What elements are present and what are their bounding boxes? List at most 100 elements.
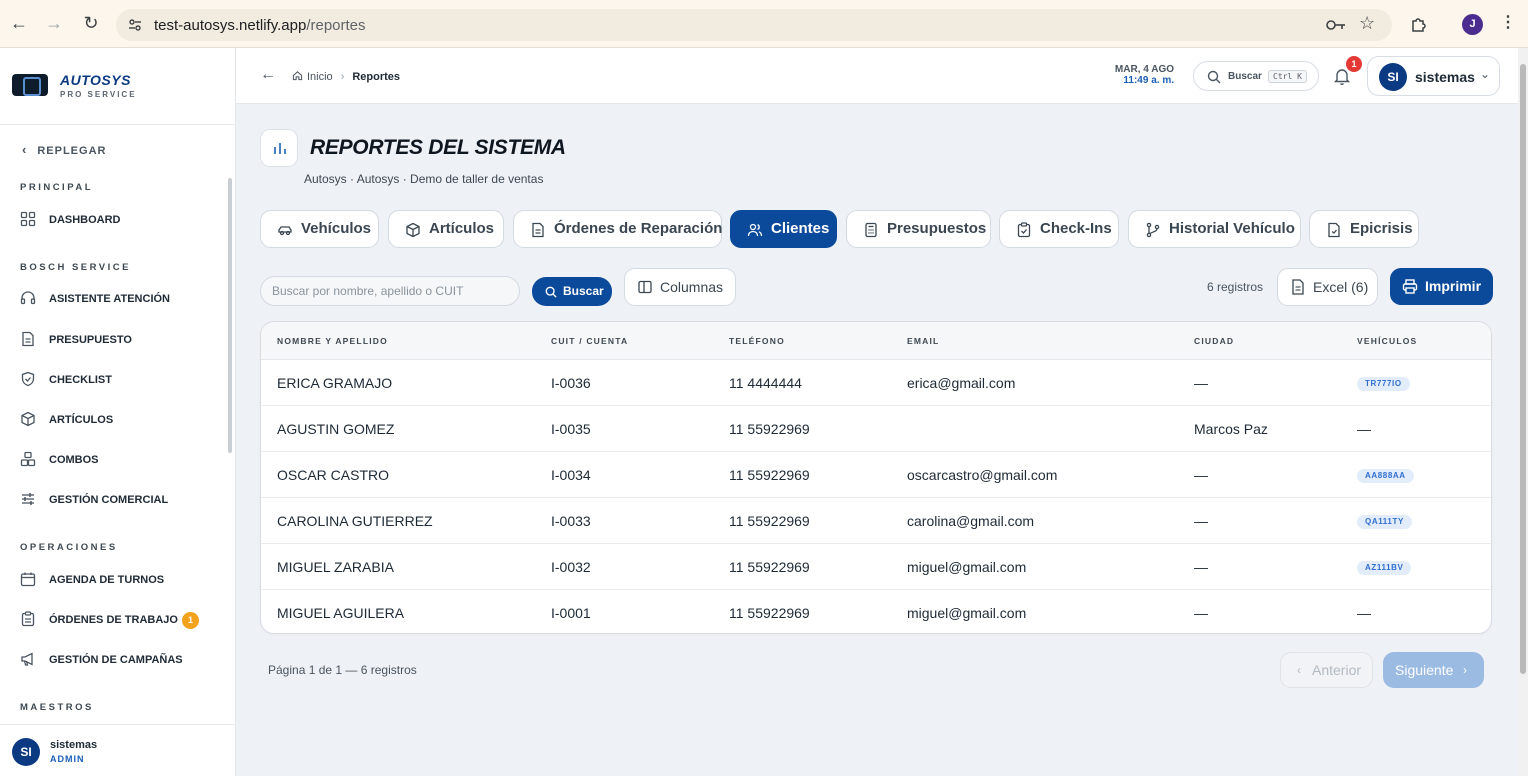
sidebar-item-combos[interactable]: COMBOS <box>20 449 210 471</box>
column-header-vehicles[interactable]: VEHÍCULOS <box>1357 336 1417 346</box>
column-header-name[interactable]: NOMBRE Y APELLIDO <box>277 336 388 346</box>
back-arrow-icon[interactable]: ← <box>260 66 276 84</box>
table-row[interactable]: AGUSTIN GOMEZ I-0035 11 55922969 Marcos … <box>261 406 1491 452</box>
boxes-icon <box>20 451 36 467</box>
megaphone-icon <box>21 652 33 666</box>
search-icon <box>1207 70 1221 84</box>
site-settings-icon[interactable] <box>128 18 142 32</box>
address-bar[interactable]: test-autosys.netlify.app/reportes ☆ <box>116 9 1392 41</box>
extensions-icon[interactable] <box>1410 15 1428 33</box>
vehicle-plate-badge[interactable]: TR777IO <box>1357 377 1410 391</box>
table-row[interactable]: ERICA GRAMAJO I-0036 11 4444444 erica@gm… <box>261 360 1491 406</box>
user-menu[interactable]: SI sistemas ⌄ <box>1367 56 1500 96</box>
excel-export-button[interactable]: Excel (6) <box>1277 268 1378 306</box>
tab-articulos[interactable]: Artículos <box>388 210 504 248</box>
bookmark-star-icon[interactable]: ☆ <box>1359 13 1375 34</box>
url-path: /reportes <box>306 17 366 34</box>
cell-city: — <box>1194 559 1208 575</box>
collapse-sidebar-button[interactable]: ‹ REPLEGAR <box>22 142 106 157</box>
git-branch-icon <box>1146 222 1160 238</box>
tab-label: Clientes <box>771 220 830 237</box>
tab-check-ins[interactable]: Check-Ins <box>999 210 1119 248</box>
cell-phone: 11 55922969 <box>729 467 810 483</box>
cell-phone: 11 55922969 <box>729 421 810 437</box>
user-name: sistemas <box>1415 69 1475 85</box>
sidebar-item-ordenes[interactable]: ÓRDENES DE TRABAJO 1 <box>20 609 210 631</box>
sidebar-item-label: ARTÍCULOS <box>49 414 114 426</box>
client-search-input[interactable] <box>260 276 520 306</box>
column-header-city[interactable]: CIUDAD <box>1194 336 1234 346</box>
tab-historial-vehiculo[interactable]: Historial Vehículo <box>1128 210 1301 248</box>
cell-phone: 11 55922969 <box>729 605 810 621</box>
search-icon <box>545 286 557 298</box>
reload-icon[interactable]: ↻ <box>80 12 102 34</box>
section-bosch: BOSCH SERVICE <box>20 262 131 273</box>
search-label: Buscar <box>1228 71 1262 82</box>
sidebar-item-campanas[interactable]: GESTIÓN DE CAMPAÑAS <box>20 649 210 671</box>
search-button[interactable]: Buscar <box>532 277 612 306</box>
section-principal: PRINCIPAL <box>20 182 93 193</box>
sidebar-item-dashboard[interactable]: DASHBOARD <box>20 209 210 231</box>
vehicle-plate-badge[interactable]: AA888AA <box>1357 469 1414 483</box>
brand[interactable]: AUTOSYS PRO SERVICE <box>12 72 222 100</box>
tab-ordenes-reparacion[interactable]: Órdenes de Reparación <box>513 210 722 248</box>
table-row[interactable]: MIGUEL AGUILERA I-0001 11 55922969 migue… <box>261 590 1491 633</box>
box-icon <box>406 222 420 238</box>
previous-page-button[interactable]: ‹ Anterior <box>1280 652 1373 688</box>
cell-phone: 11 4444444 <box>729 375 802 391</box>
column-header-phone[interactable]: TELÉFONO <box>729 336 785 346</box>
table-row[interactable]: MIGUEL ZARABIA I-0032 11 55922969 miguel… <box>261 544 1491 590</box>
sidebar-user[interactable]: SI sistemas ADMIN <box>0 724 235 776</box>
next-page-button[interactable]: Siguiente › <box>1383 652 1484 688</box>
table-row[interactable]: CAROLINA GUTIERREZ I-0033 11 55922969 ca… <box>261 498 1491 544</box>
browser-menu-icon[interactable]: ⋮ <box>1500 12 1516 32</box>
print-button[interactable]: Imprimir <box>1390 268 1493 305</box>
vehicle-plate-badge[interactable]: AZ111BV <box>1357 561 1412 575</box>
vehicle-plate-badge[interactable]: QA111TY <box>1357 515 1412 529</box>
tab-epicrisis[interactable]: Epicrisis <box>1309 210 1419 248</box>
chevron-right-icon: › <box>1463 663 1467 677</box>
breadcrumb-home[interactable]: Inicio <box>307 71 333 83</box>
section-maestros: MAESTROS <box>20 702 94 713</box>
table-row[interactable]: OSCAR CASTRO I-0034 11 55922969 oscarcas… <box>261 452 1491 498</box>
global-search-button[interactable]: Buscar Ctrl K <box>1193 61 1319 91</box>
main-scrollbar-thumb[interactable] <box>1520 64 1526 674</box>
sidebar-scrollbar[interactable] <box>228 178 232 453</box>
cell-name: MIGUEL ZARABIA <box>277 559 394 575</box>
cell-city: — <box>1194 467 1208 483</box>
tab-presupuestos[interactable]: Presupuestos <box>846 210 991 248</box>
sidebar-item-label: GESTIÓN DE CAMPAÑAS <box>49 654 183 666</box>
tab-vehiculos[interactable]: Vehículos <box>260 210 379 248</box>
tab-label: Check-Ins <box>1040 220 1112 237</box>
password-key-icon[interactable] <box>1326 18 1346 32</box>
sidebar-item-checklist[interactable]: CHECKLIST <box>20 369 210 391</box>
clients-table: NOMBRE Y APELLIDO CUIT / CUENTA TELÉFONO… <box>260 321 1492 634</box>
cell-phone: 11 55922969 <box>729 513 810 529</box>
tab-label: Presupuestos <box>887 220 987 237</box>
cell-name: ERICA GRAMAJO <box>277 375 393 391</box>
column-header-cuit[interactable]: CUIT / CUENTA <box>551 336 628 346</box>
tab-clientes[interactable]: Clientes <box>730 210 837 248</box>
sidebar-item-gestion-comercial[interactable]: GESTIÓN COMERCIAL <box>20 489 210 511</box>
collapse-label: REPLEGAR <box>37 145 107 157</box>
cell-email: erica@gmail.com <box>907 375 1016 391</box>
topbar: ← Inicio › Reportes MAR, 4 AGO 11:49 a. m.… <box>236 48 1518 104</box>
back-icon[interactable]: ← <box>8 12 30 34</box>
headset-icon <box>20 291 36 305</box>
records-count: 6 registros <box>1207 280 1264 294</box>
calculator-icon <box>865 222 877 238</box>
forward-icon[interactable]: → <box>43 12 65 34</box>
brand-subtitle: PRO SERVICE <box>60 90 137 99</box>
columns-button[interactable]: Columnas <box>624 268 736 306</box>
column-header-email[interactable]: EMAIL <box>907 336 939 346</box>
cell-name: AGUSTIN GOMEZ <box>277 421 395 437</box>
cell-cuit: I-0036 <box>551 375 591 391</box>
cell-cuit: I-0032 <box>551 559 591 575</box>
sidebar-item-presupuesto[interactable]: PRESUPUESTO <box>20 329 210 351</box>
sidebar-item-asistente[interactable]: ASISTENTE ATENCIÓN <box>20 288 210 310</box>
sidebar-item-articulos[interactable]: ARTÍCULOS <box>20 409 210 431</box>
sidebar-item-agenda[interactable]: AGENDA DE TURNOS <box>20 569 210 591</box>
user-name: sistemas <box>50 739 98 751</box>
profile-avatar[interactable]: J <box>1462 14 1483 35</box>
cell-cuit: I-0035 <box>551 421 591 437</box>
